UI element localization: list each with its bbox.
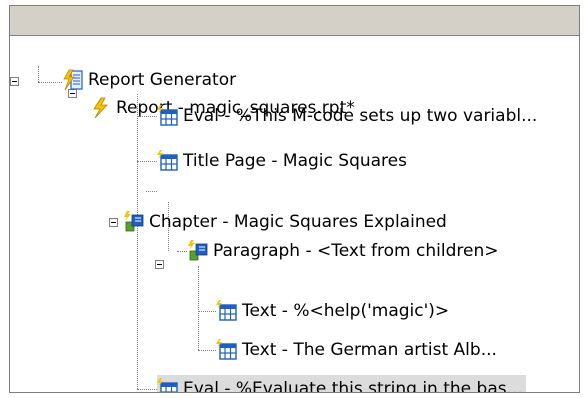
report-outline-tree[interactable]: Report Generator Report - magic_squares.… bbox=[10, 36, 579, 392]
report-explorer-window: Report Generator Report - magic_squares.… bbox=[0, 0, 585, 398]
tree-node-label: Eval - %Evaluate this string in the bas.… bbox=[183, 379, 523, 392]
tree-line bbox=[38, 66, 39, 82]
tree-node-label: Text - %<help('magic')> bbox=[242, 301, 450, 321]
tree-line bbox=[198, 266, 199, 350]
tree-line bbox=[137, 94, 138, 389]
report-lightning-icon bbox=[93, 97, 108, 119]
tree-node-report-generator[interactable]: Report Generator bbox=[62, 66, 239, 94]
tree-line bbox=[146, 191, 157, 192]
tree-line bbox=[198, 350, 216, 351]
panel-header bbox=[10, 6, 579, 36]
tree-node-label: Chapter - Magic Squares Explained bbox=[149, 212, 447, 232]
tree-node-label: Eval - %This M-code sets up two variabl.… bbox=[183, 106, 538, 126]
collapse-toggle[interactable] bbox=[155, 260, 164, 269]
report-generator-icon bbox=[63, 69, 83, 91]
table-component-icon bbox=[157, 150, 178, 171]
tree-line bbox=[198, 311, 216, 312]
tree-line bbox=[177, 251, 187, 252]
tree-node-eval-evaluate[interactable]: Eval - %Evaluate this string in the bas.… bbox=[157, 375, 526, 392]
tree-node-label: Title Page - Magic Squares bbox=[183, 151, 407, 171]
table-component-icon bbox=[157, 378, 178, 392]
tree-line bbox=[137, 389, 157, 390]
tree-node-label: Report Generator bbox=[88, 70, 237, 90]
table-component-icon bbox=[216, 339, 237, 360]
chapter-component-icon bbox=[188, 240, 208, 261]
tree-node-text-german-artist[interactable]: Text - The German artist Alb... bbox=[216, 336, 500, 364]
tree-node-label: Text - The German artist Alb... bbox=[242, 340, 497, 360]
collapse-toggle[interactable] bbox=[10, 77, 19, 86]
tree-line bbox=[137, 161, 157, 162]
tree-node-chapter[interactable]: Chapter - Magic Squares Explained bbox=[123, 208, 450, 236]
collapse-toggle[interactable] bbox=[109, 218, 118, 227]
chapter-component-icon bbox=[124, 211, 144, 232]
outline-panel: Report Generator Report - magic_squares.… bbox=[9, 5, 580, 393]
table-component-icon bbox=[157, 105, 178, 126]
tree-node-paragraph[interactable]: Paragraph - <Text from children> bbox=[187, 237, 501, 265]
tree-node-text-help[interactable]: Text - %<help('magic')> bbox=[216, 297, 452, 325]
tree-node-title-page[interactable]: Title Page - Magic Squares bbox=[157, 147, 410, 175]
table-component-icon bbox=[216, 300, 237, 321]
tree-node-eval[interactable]: Eval - %This M-code sets up two variabl.… bbox=[157, 102, 540, 130]
tree-node-label: Paragraph - <Text from children> bbox=[213, 241, 499, 261]
tree-line bbox=[38, 82, 62, 83]
